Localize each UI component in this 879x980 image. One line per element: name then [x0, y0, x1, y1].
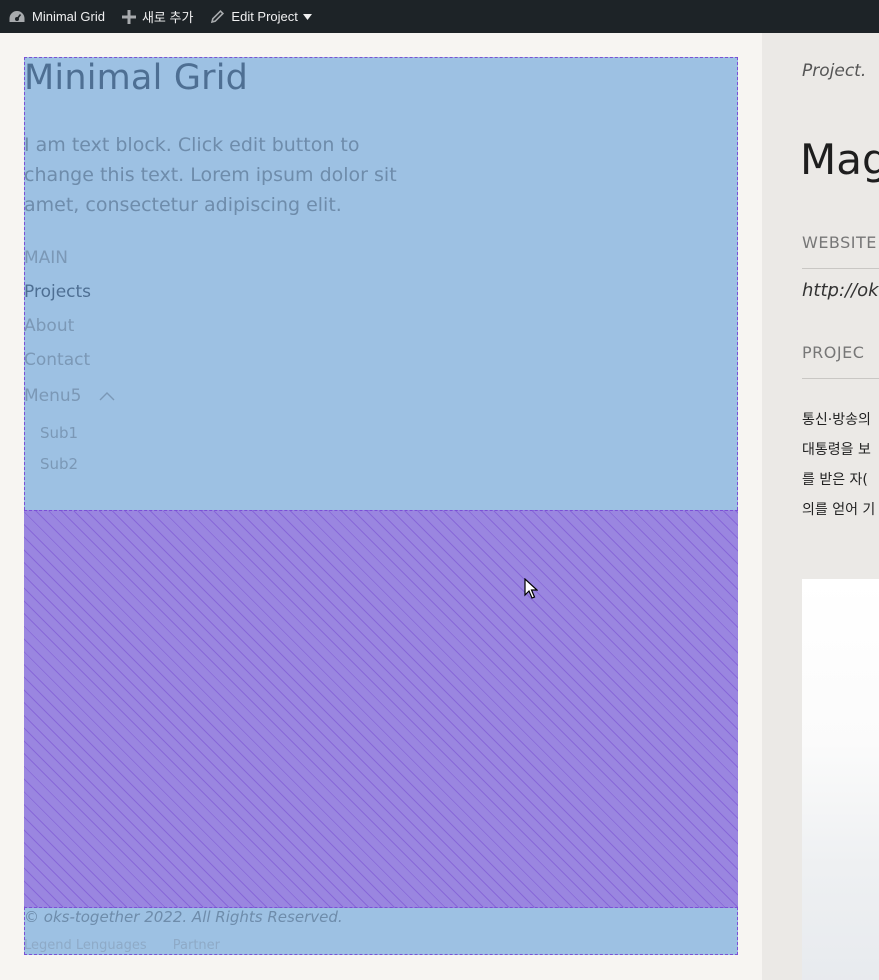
website-link[interactable]: http://ok — [802, 280, 879, 301]
project-title: Mag — [800, 135, 879, 184]
menu-item-contact[interactable]: Contact — [24, 350, 90, 370]
description-line: 통신·방송의 — [802, 412, 871, 428]
project-divider — [802, 378, 879, 379]
menu-item-menu5-label: Menu5 — [24, 386, 82, 406]
copyright-text: © oks-together 2022. All Rights Reserved… — [24, 908, 343, 926]
caret-down-icon — [302, 13, 312, 20]
site-title[interactable]: Minimal Grid — [24, 58, 248, 98]
new-content-label: 새로 추가 — [141, 10, 194, 25]
padding-hatch-overlay — [24, 510, 738, 908]
menu-item-menu5[interactable]: Menu5 — [24, 386, 115, 406]
edit-project-menu[interactable]: Edit Project — [202, 0, 326, 33]
project-description: 통신·방송의 대통령을 보 를 받은 자( 의를 얻어 기 — [802, 405, 879, 525]
site-name-label: Minimal Grid — [32, 9, 105, 24]
admin-bar: Minimal Grid 새로 추가 Edit Project — [0, 0, 879, 33]
dashboard-icon — [9, 10, 25, 22]
submenu-item-sub2[interactable]: Sub2 — [40, 455, 78, 473]
edit-project-label: Edit Project — [231, 9, 298, 24]
project-label: PROJEC — [802, 343, 865, 362]
footer-link-partner[interactable]: Partner — [173, 938, 220, 953]
menu-item-about[interactable]: About — [24, 316, 74, 336]
chevron-up-icon[interactable] — [99, 391, 115, 401]
website-label: WEBSITE — [802, 233, 877, 252]
footer-link-languages[interactable]: Legend Lenguages — [24, 938, 147, 953]
project-content: Project. Mag WEBSITE http://ok PROJEC 통신… — [762, 33, 879, 980]
description-line: 를 받은 자( — [802, 472, 868, 488]
description-line: 의를 얻어 기 — [802, 502, 876, 518]
website-divider — [802, 268, 879, 269]
submenu-item-sub1[interactable]: Sub1 — [40, 424, 78, 442]
footer-links: Legend Lenguages Partner — [24, 938, 242, 953]
category-label: Project. — [802, 61, 867, 81]
pencil-icon — [211, 9, 225, 24]
new-content-menu[interactable]: 새로 추가 — [114, 0, 202, 33]
project-image — [802, 579, 879, 980]
plus-icon — [121, 9, 136, 24]
menu-item-projects[interactable]: Projects — [24, 282, 91, 302]
mouse-pointer-icon — [524, 578, 538, 599]
menu-item-main[interactable]: MAIN — [24, 248, 68, 268]
intro-text: I am text block. Click edit button to ch… — [24, 134, 397, 216]
site-name-menu[interactable]: Minimal Grid — [0, 0, 114, 33]
description-line: 대통령을 보 — [802, 442, 871, 458]
